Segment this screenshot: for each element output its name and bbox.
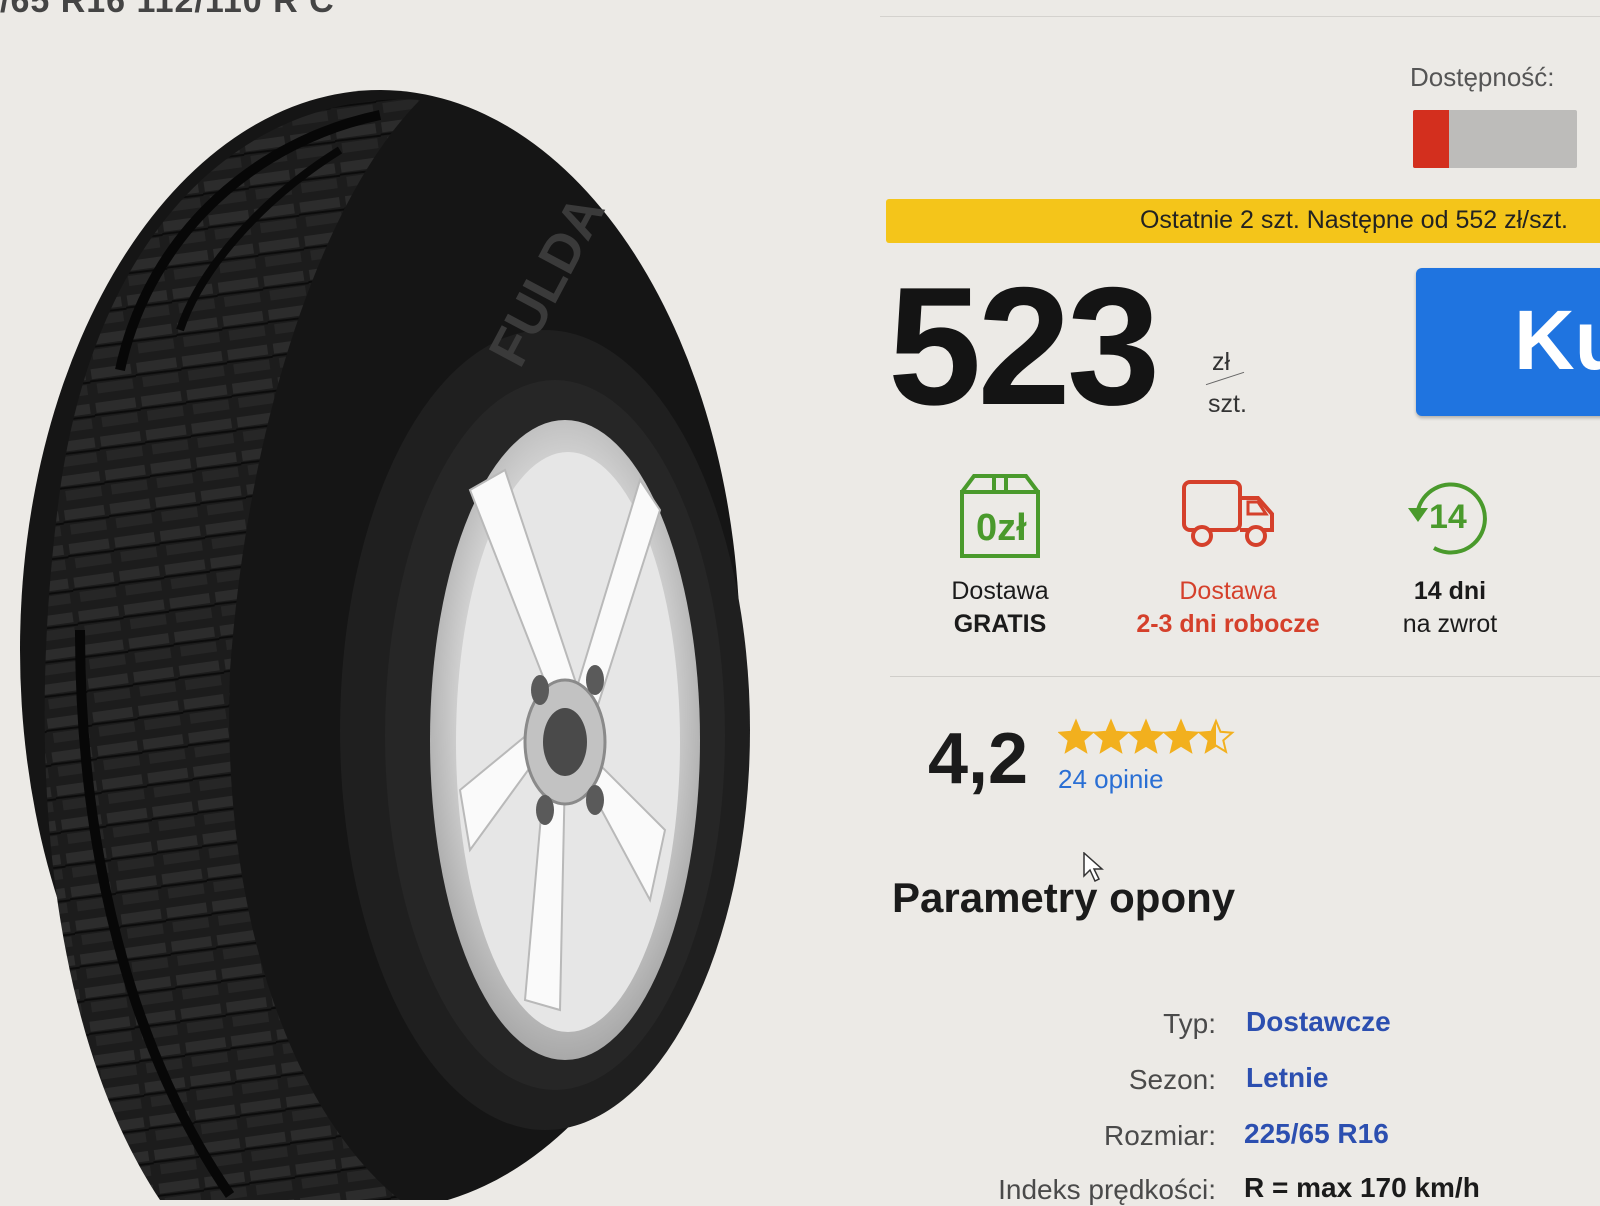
- feature-return-line2: na zwrot: [1402, 610, 1498, 638]
- params-heading: Parametry opony: [892, 874, 1236, 921]
- price-unit: szt.: [1208, 390, 1247, 418]
- buy-button[interactable]: Ku: [1416, 268, 1600, 416]
- box-icon: 0zł: [960, 474, 1040, 558]
- param-value-speed-index: R = max 170 km/h: [1244, 1172, 1480, 1203]
- star-icon: [1162, 718, 1200, 754]
- tire-illustration: FULDA: [20, 90, 750, 1206]
- param-label-season: Sezon:: [1128, 1064, 1216, 1095]
- top-divider: [880, 16, 1600, 17]
- param-value-season[interactable]: Letnie: [1246, 1062, 1328, 1094]
- box-icon-text: 0zł: [976, 507, 1027, 549]
- rating-value: 4,2: [928, 719, 1029, 799]
- price-currency: zł: [1212, 348, 1231, 376]
- star-icon: [1057, 718, 1095, 754]
- star-icon: [1127, 718, 1165, 754]
- param-label-type: Typ:: [1163, 1008, 1216, 1039]
- stock-notice-text: Ostatnie 2 szt. Następne od 552 zł/szt.: [1139, 206, 1568, 234]
- param-value-type[interactable]: Dostawcze: [1246, 1006, 1391, 1038]
- star-icon: [1092, 718, 1130, 754]
- return-icon-text: 14: [1429, 498, 1467, 536]
- feature-delivery-time-line1: Dostawa: [1179, 577, 1277, 605]
- feature-delivery-time-line2: 2-3 dni robocze: [1136, 610, 1320, 638]
- availability-bar-fill: [1413, 110, 1450, 168]
- param-label-speed-index: Indeks prędkości:: [998, 1174, 1216, 1205]
- param-label-size: Rozmiar:: [1103, 1120, 1216, 1151]
- feature-return: 14 14 dni na zwrot: [1330, 470, 1570, 639]
- buy-button-label: Ku: [1514, 293, 1600, 387]
- features-divider: [890, 676, 1600, 677]
- param-value-size[interactable]: 225/65 R16: [1244, 1118, 1389, 1150]
- stock-notice: Ostatnie 2 szt. Następne od 552 zł/szt.: [886, 199, 1600, 243]
- feature-return-line1: 14 dni: [1413, 577, 1487, 605]
- feature-free-delivery-line2: GRATIS: [953, 610, 1047, 638]
- product-image[interactable]: FULDA: [0, 70, 760, 1206]
- feature-delivery-time: Dostawa 2-3 dni robocze: [1108, 470, 1348, 639]
- reviews-link[interactable]: 24 opinie: [1058, 764, 1164, 795]
- feature-free-delivery-line1: Dostawa: [951, 577, 1049, 605]
- feature-free-delivery: 0zł Dostawa GRATIS: [880, 470, 1120, 639]
- rating-stars: [1057, 718, 1238, 763]
- truck-icon: [1182, 480, 1274, 547]
- star-icon: [1197, 718, 1235, 754]
- availability-bar: [1413, 110, 1577, 168]
- product-title: /65 R16 112/110 R C: [0, 0, 335, 20]
- return-14-icon: 14: [1408, 482, 1487, 555]
- availability-label: Dostępność:: [1410, 62, 1555, 92]
- price-value: 523: [888, 252, 1160, 440]
